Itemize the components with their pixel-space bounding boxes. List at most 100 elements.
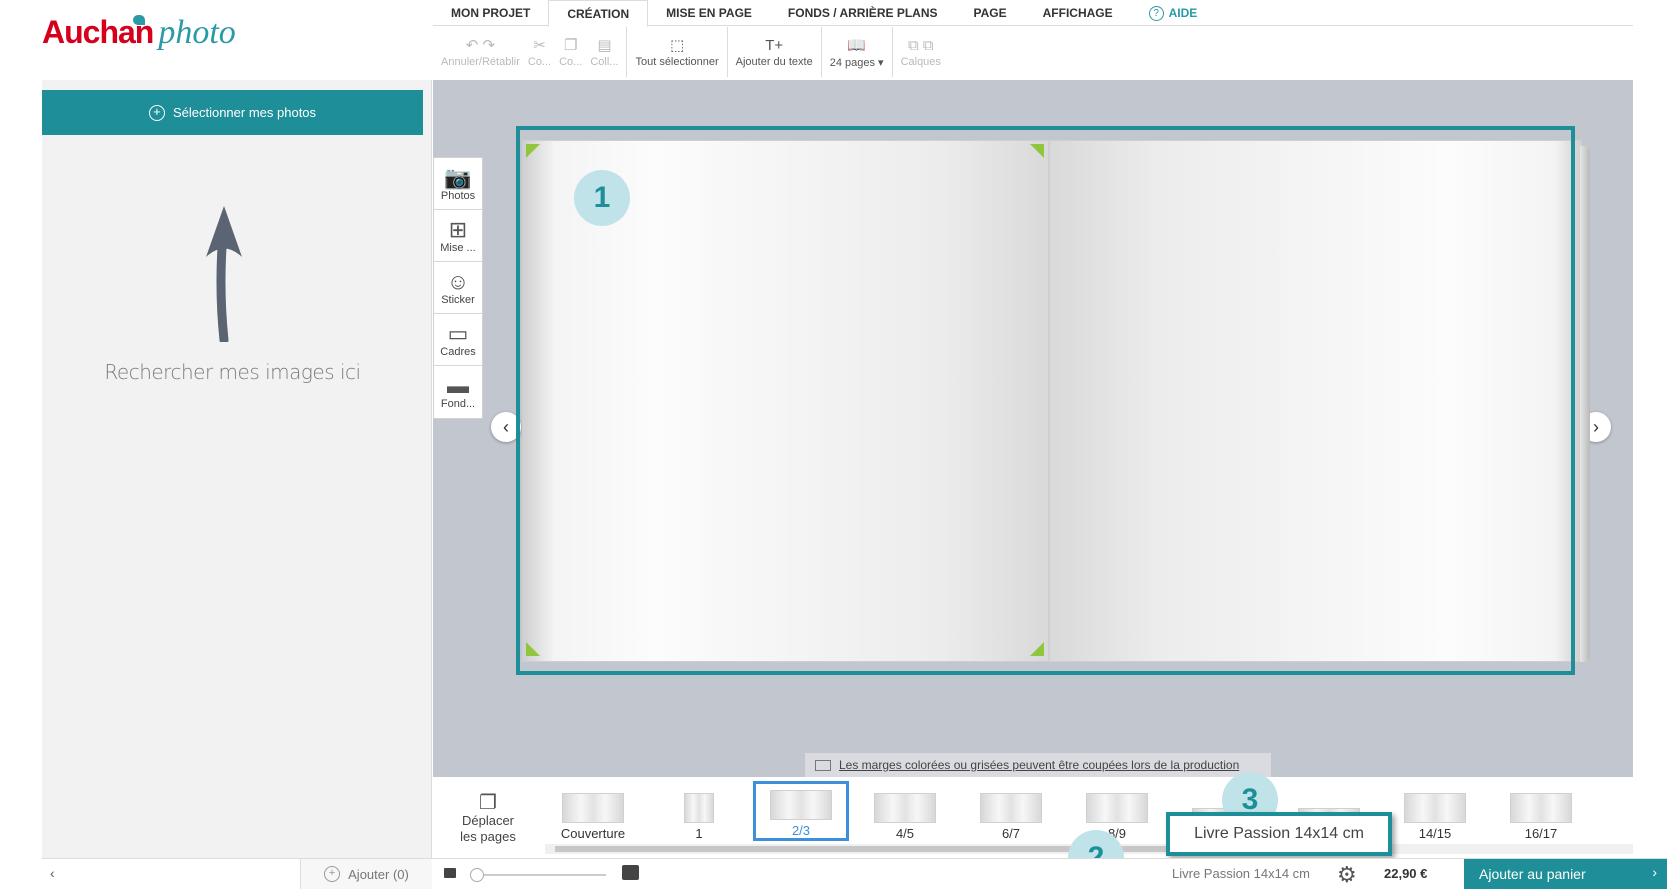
tool-background[interactable]: ▬ Fond... [434,366,482,418]
add-to-cart-button[interactable]: Ajouter au panier › [1464,859,1667,889]
margin-warning: Les marges colorées ou grisées peuvent ê… [805,753,1271,777]
stack-icon: ❐ [479,791,497,814]
copy-button[interactable]: ❐ Co... [555,27,586,77]
page-thumb-4-5[interactable]: 4/5 [857,781,953,841]
tool-sticker-label: Sticker [441,293,475,306]
paste-button[interactable]: ▤ Coll... [586,27,622,77]
caret-down-icon: ▾ [878,56,884,69]
undo-redo-button[interactable]: ↶ ↷ Annuler/Rétablir [437,27,524,77]
background-icon: ▬ [447,373,469,398]
chevron-left-icon[interactable]: ‹ [50,865,55,881]
select-all-icon: ⬚ [669,37,685,54]
undo-redo-label: Annuler/Rétablir [441,56,520,68]
page-thumb-cover[interactable]: Couverture [545,781,641,841]
thumb-label: 16/17 [1524,826,1558,841]
thumb-image [1404,793,1466,823]
photo-panel: + Sélectionner mes photos Rechercher mes… [42,80,432,858]
margin-warning-text: Les marges colorées ou grisées peuvent ê… [839,758,1240,772]
highlight-frame-spread [516,126,1575,675]
zoom-slider-track[interactable] [474,874,606,876]
smiley-icon: ☺ [446,268,470,294]
zoom-out-icon[interactable] [444,868,456,878]
tool-layout-label: Mise ... [440,241,476,254]
thumb-image [1510,793,1572,823]
thumb-image [770,790,832,820]
price: 22,90 € [1384,866,1428,881]
panel-divider [431,80,432,888]
menu-aide[interactable]: ? AIDE [1131,0,1216,26]
page-thumb-1[interactable]: 1 [651,781,747,841]
add-text-button[interactable]: T+ Ajouter du texte [732,27,817,77]
product-tooltip: Livre Passion 14x14 cm [1166,812,1392,856]
zoom-in-icon[interactable] [622,865,639,880]
tool-photos[interactable]: 📷 Photos [434,158,482,210]
tool-layout[interactable]: ⊞ Mise ... [434,210,482,262]
tool-photos-label: Photos [440,189,476,202]
chevron-left-icon: ‹ [503,416,509,437]
add-text-label: Ajouter du texte [735,56,813,68]
select-all-label: Tout sélectionner [635,56,719,68]
camera-icon: 📷 [444,164,472,190]
frame-icon: ▭ [447,320,469,346]
tool-sticker[interactable]: ☺ Sticker [434,262,482,314]
page-thumb-6-7[interactable]: 6/7 [963,781,1059,841]
zoom-slider-handle[interactable] [470,868,484,882]
select-photos-button[interactable]: + Sélectionner mes photos [42,90,423,135]
add-to-cart-label: Ajouter au panier [1479,866,1586,882]
page-thumb-2-3[interactable]: 2/3 [753,781,849,841]
paste-label: Coll... [590,56,619,68]
menu-mon-projet[interactable]: MON PROJET [433,0,548,26]
add-photos-label: Ajouter (0) [348,866,409,882]
callout-badge-1: 1 [574,170,630,226]
auchan-photo-logo[interactable]: Auchan photo [42,14,236,58]
tool-frames-label: Cadres [440,345,476,358]
thumb-image [684,793,714,823]
thumb-label: 6/7 [1001,826,1021,841]
pages-dropdown[interactable]: 📖 24 pages ▾ [826,27,888,77]
layout-icon: ⊞ [448,216,468,242]
add-photos-button[interactable]: + Ajouter (0) [300,859,432,889]
cut-label: Co... [527,56,552,68]
side-tools: 📷 Photos ⊞ Mise ... ☺ Sticker ▭ Cadres ▬… [433,157,483,419]
thumb-label: 1 [695,826,703,841]
bottom-bar: ‹ + Ajouter (0) Livre Passion 14x14 cm ⚙… [42,858,1667,889]
menu-fonds[interactable]: FONDS / ARRIÈRE PLANS [770,0,956,26]
thumb-image [1086,793,1148,823]
page-thumb-14-15[interactable]: 14/15 [1387,781,1483,841]
menu-affichage[interactable]: AFFICHAGE [1025,0,1131,26]
select-photos-label: Sélectionner mes photos [172,105,317,120]
scissors-icon: ✂ [533,37,546,54]
menu-page[interactable]: PAGE [956,0,1025,26]
thumb-image [562,793,624,823]
book-edge [1580,146,1590,662]
menu-mise-en-page[interactable]: MISE EN PAGE [648,0,770,26]
tool-background-label: Fond... [440,398,476,410]
help-icon: ? [1148,5,1164,21]
page-thumb-16-17[interactable]: 16/17 [1493,781,1589,841]
product-name: Livre Passion 14x14 cm [1172,866,1311,881]
cut-button[interactable]: ✂ Co... [524,27,555,77]
menu-creation[interactable]: CRÉATION [548,0,649,27]
thumb-image [874,793,936,823]
menu-aide-label: AIDE [1168,6,1198,20]
tool-frames[interactable]: ▭ Cadres [434,314,482,366]
move-pages-label-2: les pages [460,828,516,844]
select-all-button[interactable]: ⬚ Tout sélectionner [631,27,722,77]
layers-button[interactable]: ⧉ ⧉ Calques [897,27,945,77]
logo-photo-text: photo [158,14,236,51]
thumb-label: 14/15 [1418,826,1452,841]
thumb-image [980,793,1042,823]
page-filmstrip: ❐ Déplacer les pages Couverture 1 2/3 4/… [433,781,1633,858]
margin-warning-icon [815,759,831,771]
pages-count: 24 pages [829,56,875,69]
plus-circle-icon: + [148,104,165,121]
text-add-icon: T+ [765,37,784,54]
layers-icon: ⧉ ⧉ [907,37,934,54]
gear-icon[interactable]: ⚙ [1337,862,1357,888]
layers-label: Calques [900,56,941,68]
move-pages-button[interactable]: ❐ Déplacer les pages [433,781,543,858]
creation-toolbar: ↶ ↷ Annuler/Rétablir ✂ Co... ❐ Co... ▤ C… [433,27,949,77]
paste-icon: ▤ [597,37,612,54]
undo-redo-icon: ↶ ↷ [465,37,496,54]
plus-circle-icon: + [324,866,341,882]
